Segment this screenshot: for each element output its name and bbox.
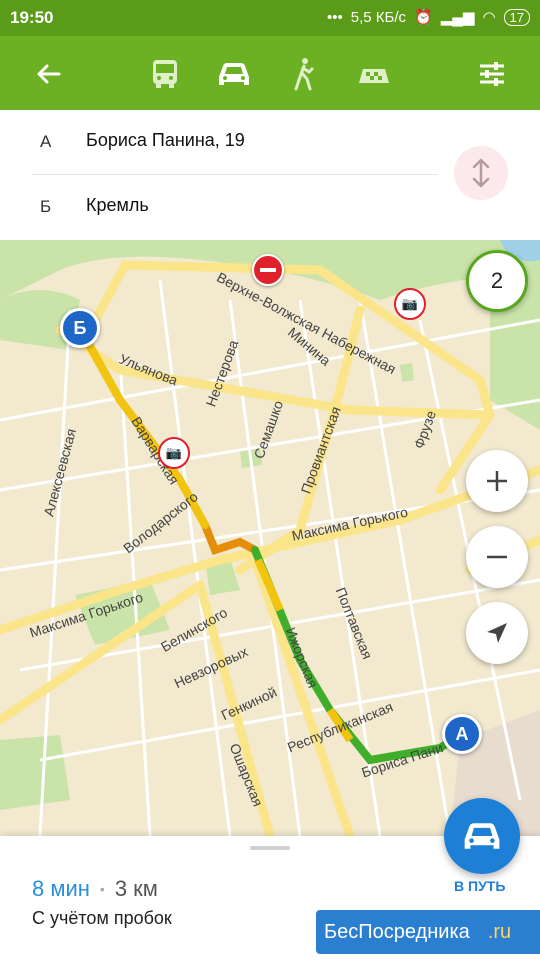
sheet-handle[interactable] bbox=[250, 846, 290, 850]
route-count-badge[interactable]: 2 bbox=[466, 250, 528, 312]
minus-icon bbox=[487, 555, 507, 559]
origin-row[interactable]: А Бориса Панина, 19 bbox=[0, 110, 440, 174]
watermark-text: БесПосредника bbox=[324, 920, 470, 943]
zoom-out-button[interactable] bbox=[466, 526, 528, 588]
status-time: 19:50 bbox=[10, 8, 54, 27]
network-speed: 5,5 КБ/с bbox=[350, 8, 407, 26]
alarm-icon: ⏰ bbox=[414, 9, 433, 26]
destination-row[interactable]: Б Кремль bbox=[0, 175, 440, 239]
eta-time: 8 мин bbox=[32, 876, 90, 901]
eta-distance: 3 км bbox=[114, 876, 158, 901]
battery-icon: 17 bbox=[503, 8, 530, 26]
marker-b[interactable]: Б bbox=[60, 308, 100, 348]
plus-icon bbox=[487, 471, 507, 491]
wifi-icon: ◠ bbox=[482, 9, 496, 26]
watermark: БесПосредника .ru bbox=[316, 910, 540, 954]
start-navigation-button[interactable] bbox=[444, 798, 520, 874]
watermark-suffix: .ru bbox=[487, 920, 512, 943]
marker-a[interactable]: А bbox=[442, 714, 482, 754]
eta-row: 8 мин • 3 км bbox=[32, 876, 158, 902]
taxi-icon[interactable] bbox=[352, 52, 396, 96]
camera-icon[interactable]: 📷 bbox=[158, 437, 190, 469]
map-view[interactable]: Верхне-Волжская Набережная Минина Ульяно… bbox=[0, 240, 540, 836]
status-bar: 19:50 ••• 5,5 КБ/с ⏰ ▂▄▆ ◠ 17 bbox=[0, 0, 540, 36]
swap-route-button[interactable] bbox=[454, 146, 508, 200]
origin-letter: А bbox=[40, 132, 52, 151]
origin-address[interactable]: Бориса Панина, 19 bbox=[86, 130, 245, 151]
swap-arrows-icon bbox=[472, 158, 490, 188]
destination-letter: Б bbox=[40, 197, 52, 216]
transport-toolbar bbox=[0, 36, 540, 110]
walk-icon[interactable] bbox=[282, 52, 326, 96]
camera-icon[interactable]: 📷 bbox=[394, 288, 426, 320]
signal-icon: ▂▄▆ bbox=[440, 9, 475, 26]
navigation-arrow-icon bbox=[487, 623, 507, 643]
arrow-left-icon[interactable] bbox=[26, 52, 70, 96]
start-navigation-label[interactable]: В ПУТЬ bbox=[454, 878, 505, 894]
car-icon bbox=[464, 823, 500, 849]
more-dots-icon: ••• bbox=[327, 8, 343, 26]
destination-address[interactable]: Кремль bbox=[86, 195, 149, 216]
eta-separator: • bbox=[99, 881, 105, 897]
bus-icon[interactable] bbox=[143, 52, 187, 96]
my-location-button[interactable] bbox=[466, 602, 528, 664]
car-icon[interactable] bbox=[212, 52, 256, 96]
traffic-note: С учётом пробок bbox=[32, 908, 172, 928]
no-entry-icon[interactable] bbox=[252, 254, 284, 286]
sliders-icon[interactable] bbox=[470, 52, 514, 96]
zoom-in-button[interactable] bbox=[466, 450, 528, 512]
status-indicators: ••• 5,5 КБ/с ⏰ ▂▄▆ ◠ 17 bbox=[327, 8, 530, 26]
